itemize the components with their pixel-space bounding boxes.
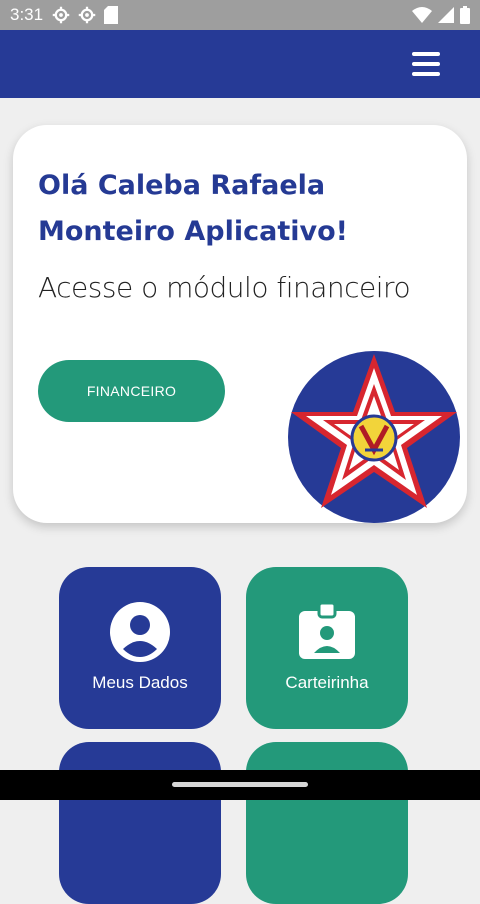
menu-tile[interactable] xyxy=(246,742,408,904)
status-bar: 3:31 xyxy=(0,0,480,30)
card-subtitle: Acesse o módulo financeiro xyxy=(38,271,411,304)
menu-tile[interactable] xyxy=(59,742,221,904)
welcome-card: Olá Caleba Rafaela Monteiro Aplicativo! … xyxy=(13,125,467,523)
system-nav-bar xyxy=(0,770,480,800)
status-time: 3:31 xyxy=(10,5,44,24)
sd-card-icon xyxy=(104,6,118,24)
battery-icon xyxy=(460,6,470,24)
hamburger-icon-bar xyxy=(412,72,440,76)
tile-label-meus-dados: Meus Dados xyxy=(92,673,188,692)
app-bar xyxy=(0,30,480,98)
menu-button[interactable] xyxy=(412,52,440,76)
tile-label-carteirinha: Carteirinha xyxy=(285,673,369,692)
hamburger-icon-bar xyxy=(412,62,440,66)
account-circle-icon xyxy=(110,602,170,662)
wifi-icon xyxy=(412,7,432,23)
home-gesture-handle[interactable] xyxy=(172,782,308,787)
badge-icon xyxy=(299,601,355,659)
hamburger-icon-bar xyxy=(412,52,440,56)
cellular-signal-icon xyxy=(438,7,454,23)
meus-dados-tile[interactable]: Meus Dados xyxy=(59,567,221,729)
settings-icon xyxy=(52,6,70,24)
greeting-title: Olá Caleba Rafaela Monteiro Aplicativo! xyxy=(38,170,348,247)
emblem-logo xyxy=(288,351,460,523)
settings-icon xyxy=(78,6,96,24)
carteirinha-tile[interactable]: Carteirinha xyxy=(246,567,408,729)
financeiro-button[interactable]: FINANCEIRO xyxy=(38,360,225,422)
